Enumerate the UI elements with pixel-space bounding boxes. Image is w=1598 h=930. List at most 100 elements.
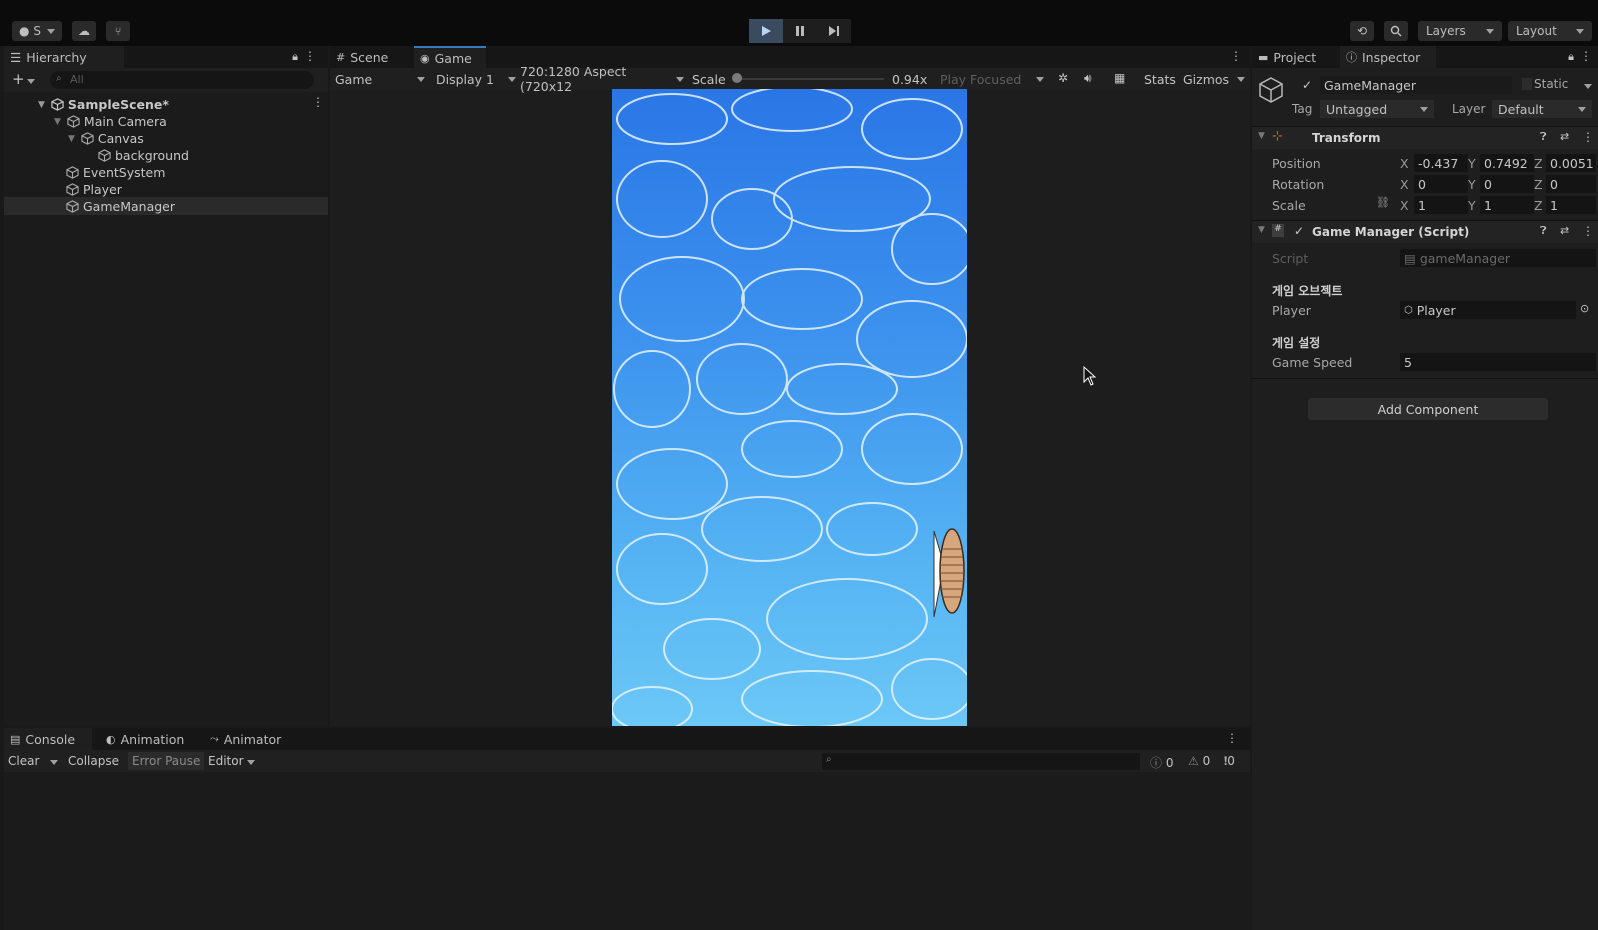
audio-icon[interactable]: 🔊︎ [1084,71,1092,86]
tab-project[interactable]: ▬ Project [1252,46,1336,68]
editor-dropdown[interactable]: Editor [208,754,255,768]
chevron-down-icon[interactable] [1584,84,1592,89]
bug-icon[interactable]: ✲ [1058,71,1068,85]
error-pause-button[interactable]: Error Pause [128,752,205,770]
layers-dropdown[interactable]: Layers [1418,21,1502,41]
scale-slider-track[interactable] [734,78,884,80]
animator-icon: ⤳ [210,732,219,745]
object-name-field[interactable]: GameManager [1320,76,1512,94]
hierarchy-item-gamemanager[interactable]: GameManager [66,198,175,215]
chevron-down-icon[interactable] [50,760,58,765]
gameobject-icon [98,149,111,162]
help-icon[interactable]: ❓︎ [1540,130,1547,144]
cloud-button[interactable]: ☁ [72,21,96,41]
tab-hierarchy[interactable]: ☰ Hierarchy [4,46,124,68]
dropdown-label: Untagged [1326,101,1388,117]
more-menu-icon[interactable]: ⋮ [1582,224,1594,238]
scale-z-field[interactable]: 1 [1546,196,1596,214]
static-label: Static [1534,77,1569,91]
dropdown-label: Display 1 [436,71,495,87]
gameobject-large-icon [1259,77,1283,103]
collapse-button[interactable]: Collapse [68,754,119,768]
active-checkbox[interactable]: ✓ [1302,78,1312,92]
scale-slider-handle[interactable] [732,73,742,83]
clear-button[interactable]: Clear [8,754,39,768]
position-label: Position [1272,156,1321,171]
hierarchy-item-canvas[interactable]: ▼ Canvas [68,130,144,147]
view-tabbar: # Scene ◉ Game ⋮ [330,46,1250,68]
mouse-cursor-icon [1083,366,1097,386]
step-button[interactable] [817,19,851,43]
grid-overlay-icon[interactable]: ▦ [1114,71,1125,85]
position-z-field[interactable]: 0.0051 [1546,154,1596,172]
collab-button[interactable]: ⑂ [106,21,130,41]
game-render-view[interactable] [612,89,967,726]
rotation-z-field[interactable]: 0 [1546,175,1596,193]
add-component-button[interactable]: Add Component [1308,398,1548,420]
hierarchy-item-main-camera[interactable]: ▼ Main Camera [54,113,167,130]
tab-game[interactable]: ◉ Game [414,46,486,68]
component-enabled-checkbox[interactable]: ✓ [1294,224,1304,238]
display-dropdown[interactable]: Display 1 [436,70,516,88]
more-menu-icon[interactable]: ⋮ [1582,130,1594,144]
history-button[interactable]: ⟲ [1350,21,1374,41]
tab-scene[interactable]: # Scene [330,46,410,68]
layer-dropdown[interactable]: Default [1492,100,1592,118]
play-button[interactable] [749,19,783,43]
stats-button[interactable]: Stats [1144,72,1176,87]
tab-console[interactable]: ▤ Console [4,728,92,750]
scene-row[interactable]: ▼ SampleScene* [38,96,169,113]
gamepad-icon: ◉ [420,51,430,65]
account-button[interactable]: ● S [12,21,62,41]
gizmos-dropdown[interactable]: Gizmos [1183,70,1245,88]
console-search-input[interactable]: ⌕ [822,753,1140,770]
static-checkbox[interactable] [1522,78,1532,90]
position-y-field[interactable]: 0.7492 [1480,154,1534,172]
info-count-badge[interactable]: ⓘ 0 [1150,754,1173,771]
warning-count-badge[interactable]: ⚠ 0 [1188,754,1210,768]
preset-icon[interactable]: ⇄ [1560,224,1569,237]
more-menu-icon[interactable]: ⋮ [304,49,316,63]
game-mode-dropdown[interactable]: Game [335,70,425,88]
object-picker-icon[interactable]: ⊙ [1580,302,1589,315]
tab-animator[interactable]: ⤳ Animator [204,728,294,750]
aspect-dropdown[interactable]: 720:1280 Aspect (720x12 [520,64,684,94]
rotation-label: Rotation [1272,177,1325,192]
axis-x-label: X [1400,198,1409,213]
script-component-header[interactable]: ▼ # ✓ Game Manager (Script) ❓︎ ⇄ ⋮ [1252,221,1598,243]
more-menu-icon[interactable]: ⋮ [1580,49,1592,63]
lock-icon[interactable]: 🔒︎ [292,50,298,64]
search-button[interactable] [1384,21,1408,41]
tab-inspector[interactable]: ⓘ Inspector [1340,46,1436,68]
tag-label: Tag [1292,102,1313,116]
scene-menu-icon[interactable]: ⋮ [312,95,324,109]
scale-y-field[interactable]: 1 [1480,196,1534,214]
more-menu-icon[interactable]: ⋮ [1226,731,1238,745]
game-speed-field[interactable]: 5 [1400,353,1596,371]
player-object-field[interactable]: ⬡ Player [1400,301,1576,319]
item-label: Player [83,182,122,197]
position-x-field[interactable]: -0.437 [1414,154,1468,172]
preset-icon[interactable]: ⇄ [1560,130,1569,143]
lock-icon[interactable]: 🔒︎ [1568,50,1574,64]
hierarchy-search-input[interactable]: ⌕ All [50,71,314,89]
rotation-y-field[interactable]: 0 [1480,175,1534,193]
error-count-badge[interactable]: ❗︎0 [1224,754,1235,769]
more-menu-icon[interactable]: ⋮ [1230,49,1242,63]
hierarchy-item-background[interactable]: background [98,147,189,164]
help-icon[interactable]: ❓︎ [1540,224,1547,238]
hierarchy-item-player[interactable]: Player [66,181,122,198]
scale-x-field[interactable]: 1 [1414,196,1468,214]
pause-button[interactable] [783,19,817,43]
play-focused-dropdown[interactable]: Play Focused [940,70,1044,88]
link-icon[interactable]: ⛓ [1376,196,1390,209]
add-object-button[interactable]: + [12,70,35,88]
rotation-x-field[interactable]: 0 [1414,175,1468,193]
hierarchy-tabbar: ☰ Hierarchy 🔒︎ ⋮ [4,46,328,68]
chevron-down-icon [1420,106,1428,112]
transform-header[interactable]: ▼ ⊹ Transform ❓︎ ⇄ ⋮ [1252,127,1598,149]
tag-dropdown[interactable]: Untagged [1320,100,1434,118]
tab-animation[interactable]: ◐ Animation [100,728,196,750]
layout-dropdown[interactable]: Layout [1508,21,1592,41]
hierarchy-item-eventsystem[interactable]: EventSystem [66,164,165,181]
